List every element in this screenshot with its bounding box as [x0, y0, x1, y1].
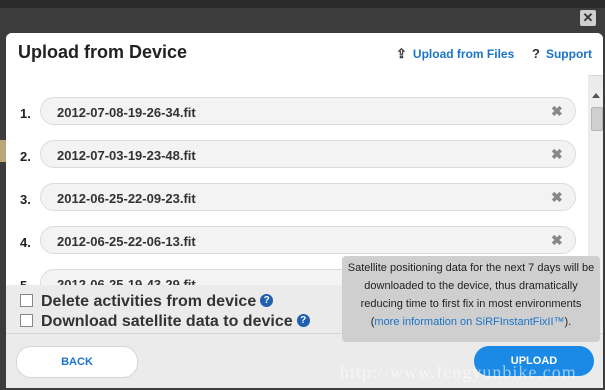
remove-file-icon[interactable]: ✖ [551, 233, 565, 247]
delete-activities-checkbox[interactable] [20, 293, 33, 307]
file-row: 4. 2012-06-25-22-06-13.fit ✖ [6, 226, 588, 258]
close-dialog-button[interactable]: ✕ [580, 10, 596, 26]
dialog-header: Upload from Device ⇪ Upload from Files ? S… [6, 33, 603, 76]
support-label: Support [545, 47, 592, 61]
file-number: 1. [20, 106, 31, 121]
file-list-scrollbar[interactable] [590, 91, 603, 281]
file-name: 2012-06-25-19-43-29.fit [57, 277, 196, 285]
file-row: 2. 2012-07-03-19-23-48.fit ✖ [6, 140, 588, 172]
file-list: 1. 2012-07-08-19-26-34.fit ✖ 2. 2012-07-… [6, 75, 588, 285]
remove-file-icon[interactable]: ✖ [551, 147, 565, 161]
help-icon[interactable]: ? [296, 313, 310, 327]
file-number: 5. [20, 278, 31, 285]
scroll-up-icon[interactable] [592, 93, 600, 98]
file-name: 2012-07-08-19-26-34.fit [57, 105, 196, 120]
question-icon: ? [532, 46, 540, 61]
scrollbar-thumb[interactable] [591, 107, 603, 131]
file-pill: 2012-07-08-19-26-34.fit ✖ [40, 97, 576, 125]
upload-from-files-label: Upload from Files [412, 47, 515, 61]
dialog-title: Upload from Device [18, 42, 188, 62]
remove-file-icon[interactable]: ✖ [551, 104, 565, 118]
delete-activities-option[interactable]: Delete activities from device? [20, 293, 274, 311]
watermark: http://www.fengyunbike.com [340, 362, 577, 382]
file-name: 2012-07-03-19-23-48.fit [57, 148, 196, 163]
file-pill: 2012-06-25-22-09-23.fit ✖ [40, 183, 576, 211]
file-pill: 2012-07-03-19-23-48.fit ✖ [40, 140, 576, 168]
file-number: 2. [20, 149, 31, 164]
file-name: 2012-06-25-22-09-23.fit [57, 191, 196, 206]
upload-icon: ⇪ [396, 46, 407, 61]
back-button[interactable]: BACK [16, 346, 138, 378]
upload-from-files-link[interactable]: ⇪ Upload from Files [396, 46, 514, 62]
file-row: 3. 2012-06-25-22-09-23.fit ✖ [6, 183, 588, 215]
tooltip-text-end: ). [564, 316, 572, 328]
file-row: 1. 2012-07-08-19-26-34.fit ✖ [6, 97, 588, 129]
help-icon[interactable]: ? [260, 293, 274, 307]
more-information-link[interactable]: more information on SiRFInstantFixII™ [374, 316, 564, 328]
download-satellite-checkbox[interactable] [20, 313, 33, 327]
close-icon: ✕ [582, 10, 594, 25]
satellite-tooltip: Satellite positioning data for the next … [342, 256, 600, 342]
delete-activities-label: Delete activities from device [41, 293, 257, 310]
support-link[interactable]: ? Support [532, 46, 592, 61]
download-satellite-label: Download satellite data to device [41, 313, 293, 330]
backdrop-top-strip [0, 0, 605, 8]
file-number: 3. [20, 192, 31, 207]
remove-file-icon[interactable]: ✖ [551, 190, 565, 204]
file-name: 2012-06-25-22-06-13.fit [57, 234, 196, 249]
file-pill: 2012-06-25-22-06-13.fit ✖ [40, 226, 576, 254]
download-satellite-option[interactable]: Download satellite data to device? [20, 313, 310, 331]
file-number: 4. [20, 235, 31, 250]
